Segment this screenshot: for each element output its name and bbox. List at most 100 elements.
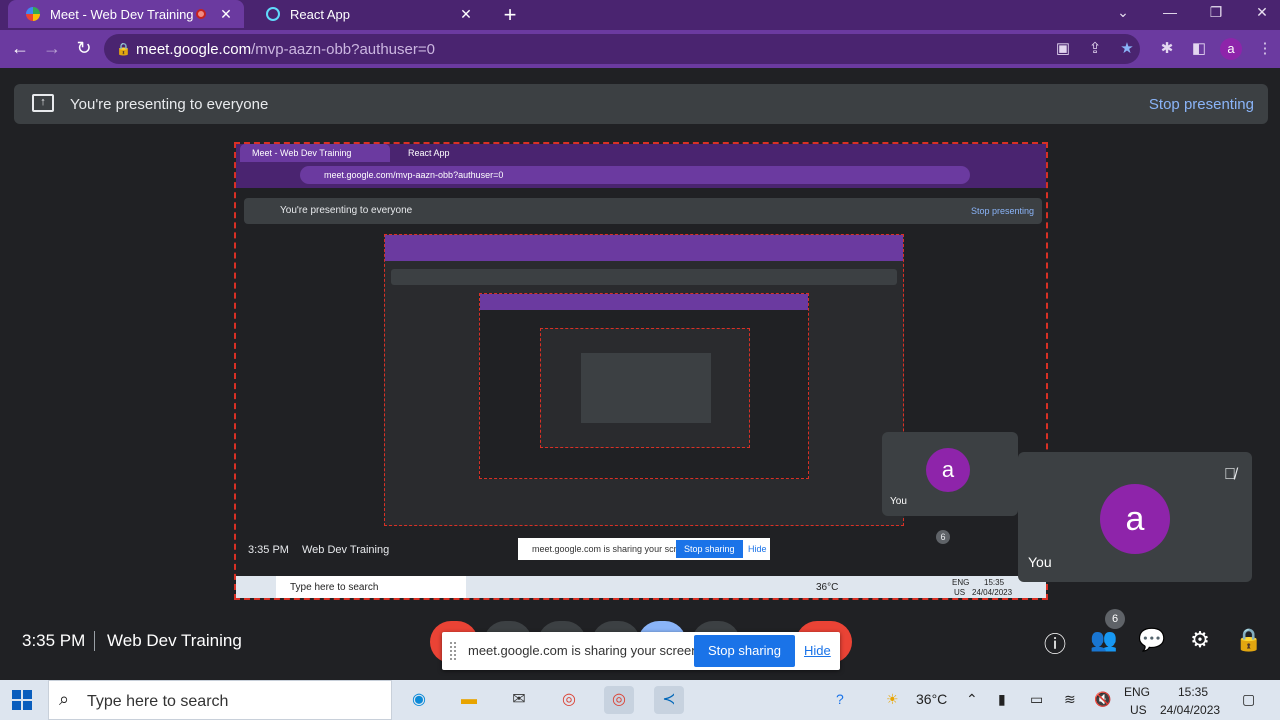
preview-time: 3:35 PM bbox=[248, 544, 289, 556]
preview-avatar: a bbox=[926, 448, 970, 492]
windows-start-icon[interactable] bbox=[12, 690, 32, 710]
wifi-icon[interactable]: ≋ bbox=[1064, 691, 1076, 708]
lock-icon: 🔒 bbox=[116, 42, 131, 56]
weather-icon[interactable]: ☀ bbox=[886, 691, 899, 708]
preview-share-msg: meet.google.com is sharing your screen. bbox=[532, 544, 695, 554]
volume-muted-icon[interactable]: 🔇 bbox=[1094, 691, 1111, 708]
preview-share-bar: meet.google.com is sharing your screen. … bbox=[518, 538, 770, 560]
extensions-icon[interactable]: ✱ bbox=[1156, 39, 1178, 57]
meeting-name: Web Dev Training bbox=[107, 631, 242, 650]
preview-banner-text: You're presenting to everyone bbox=[280, 205, 413, 216]
self-video-tile[interactable]: 🎙̸ a You bbox=[1018, 452, 1252, 582]
battery-icon[interactable]: ▭ bbox=[1030, 691, 1043, 708]
tab-search-icon[interactable]: ⌄ bbox=[1113, 4, 1133, 21]
address-bar[interactable]: 🔒 meet.google.com/mvp-aazn-obb?authuser=… bbox=[104, 34, 1140, 64]
activities-icon[interactable]: ⚙ bbox=[1185, 627, 1215, 653]
preview-tab-meet: Meet - Web Dev Training bbox=[240, 144, 390, 162]
preview-browser-chrome: Meet - Web Dev Training React App meet.g… bbox=[236, 144, 1046, 188]
muted-mic-icon: 🎙̸ bbox=[1224, 466, 1236, 483]
tab-title: React App bbox=[290, 6, 350, 22]
sharing-message: meet.google.com is sharing your screen. bbox=[468, 643, 703, 658]
preview-you-label: You bbox=[890, 496, 907, 507]
presenting-text: You're presenting to everyone bbox=[70, 96, 269, 113]
tab-close-icon[interactable]: ✕ bbox=[216, 6, 236, 23]
preview-taskbar-search: Type here to search bbox=[276, 576, 466, 598]
help-icon[interactable]: ? bbox=[836, 691, 844, 707]
profile-avatar[interactable]: a bbox=[1220, 38, 1242, 60]
region-label[interactable]: US bbox=[1130, 703, 1147, 717]
preview-region: US bbox=[954, 588, 966, 597]
meeting-time: 3:35 PM bbox=[22, 631, 86, 650]
nested-browser-bar bbox=[385, 235, 903, 261]
preview-footer: 3:35 PM Web Dev Training meet.google.com… bbox=[236, 530, 1046, 562]
preview-hide: Hide bbox=[748, 544, 767, 554]
forward-button[interactable]: → bbox=[42, 38, 62, 59]
nested-screen-deepest bbox=[540, 328, 750, 448]
preview-clock-date: 24/04/2023 bbox=[972, 588, 1013, 597]
chrome-profile-icon[interactable]: ◎ bbox=[604, 686, 634, 714]
edge-icon[interactable]: ◉ bbox=[404, 686, 434, 714]
new-tab-button[interactable]: + bbox=[498, 2, 522, 28]
chat-icon[interactable]: 💬 bbox=[1137, 627, 1167, 653]
tab-meet[interactable]: Meet - Web Dev Training ✕ bbox=[8, 0, 244, 28]
taskbar-search-placeholder: Type here to search bbox=[87, 693, 229, 710]
minimize-button[interactable]: — bbox=[1160, 4, 1180, 20]
nested-screen-deeper bbox=[479, 293, 809, 479]
chrome-icon[interactable]: ◎ bbox=[554, 686, 584, 714]
kebab-menu-icon[interactable]: ⋮ bbox=[1254, 39, 1276, 57]
preview-stop-sharing: Stop sharing bbox=[676, 540, 743, 558]
browser-toolbar: ← → ↻ 🔒 meet.google.com/mvp-aazn-obb?aut… bbox=[0, 30, 1280, 68]
notifications-icon[interactable]: ▢ bbox=[1242, 691, 1255, 708]
bookmark-star-icon[interactable]: ★ bbox=[1116, 39, 1138, 57]
tab-react-app[interactable]: React App ✕ bbox=[248, 0, 484, 28]
microphone-icon[interactable]: ▮ bbox=[998, 691, 1006, 708]
weather-temp[interactable]: 36°C bbox=[916, 691, 947, 707]
preview-stop-presenting: Stop presenting bbox=[970, 206, 1034, 216]
tray-expand-icon[interactable]: ⌃ bbox=[966, 691, 978, 708]
react-favicon-icon bbox=[266, 7, 280, 21]
vscode-icon[interactable]: ≺ bbox=[654, 686, 684, 714]
stop-sharing-button[interactable]: Stop sharing bbox=[694, 635, 795, 667]
self-you-label: You bbox=[1028, 554, 1052, 570]
restore-button[interactable]: ❐ bbox=[1206, 4, 1226, 21]
sidebar-icon[interactable]: ◧ bbox=[1188, 39, 1210, 57]
preview-participant-tile: a You bbox=[882, 432, 1018, 516]
preview-meeting-name: Web Dev Training bbox=[302, 544, 390, 556]
preview-url: meet.google.com/mvp-aazn-obb?authuser=0 bbox=[300, 166, 970, 184]
hide-button[interactable]: Hide bbox=[804, 643, 831, 658]
drag-handle-icon[interactable] bbox=[450, 642, 456, 660]
back-button[interactable]: ← bbox=[10, 38, 30, 59]
mail-icon[interactable]: ✉ bbox=[504, 686, 534, 714]
windows-taskbar: ⌕ Type here to search ◉ ▬ ✉ ◎ ◎ ≺ ? ☀ 36… bbox=[0, 680, 1280, 720]
meeting-info-icon[interactable]: ⓘ bbox=[1040, 627, 1070, 659]
nested-browser-bar bbox=[480, 294, 808, 310]
browser-chrome: Meet - Web Dev Training ✕ React App ✕ + … bbox=[0, 0, 1280, 68]
share-icon[interactable]: ⇪ bbox=[1084, 39, 1106, 57]
present-screen-icon: ↑ bbox=[32, 94, 54, 112]
shared-screen-preview: Meet - Web Dev Training React App meet.g… bbox=[234, 142, 1048, 600]
clock-date[interactable]: 24/04/2023 bbox=[1160, 703, 1220, 717]
preview-weather: 36°C bbox=[816, 582, 839, 593]
file-explorer-icon[interactable]: ▬ bbox=[454, 686, 484, 714]
camera-blocked-icon[interactable]: ▣ bbox=[1052, 39, 1074, 57]
preview-banner: You're presenting to everyone Stop prese… bbox=[244, 198, 1042, 224]
preview-tab-react: React App bbox=[408, 148, 450, 158]
meet-favicon-icon bbox=[26, 7, 40, 21]
participant-count-badge: 6 bbox=[1105, 609, 1125, 629]
url-host: meet.google.com bbox=[136, 40, 252, 58]
url-path: /mvp-aazn-obb?authuser=0 bbox=[251, 40, 435, 58]
preview-participant-count: 6 bbox=[936, 530, 950, 544]
people-icon[interactable]: 👥 bbox=[1089, 627, 1119, 653]
clock-time[interactable]: 15:35 bbox=[1178, 685, 1208, 699]
search-icon: ⌕ bbox=[59, 689, 70, 709]
host-controls-icon[interactable]: 🔒 bbox=[1234, 627, 1264, 653]
taskbar-search[interactable]: ⌕ Type here to search bbox=[48, 680, 392, 720]
screen-share-bar: meet.google.com is sharing your screen. … bbox=[442, 632, 840, 670]
stop-presenting-button[interactable]: Stop presenting bbox=[1149, 96, 1254, 113]
close-window-button[interactable]: ✕ bbox=[1252, 4, 1272, 21]
reload-button[interactable]: ↻ bbox=[74, 38, 94, 59]
presenting-banner: ↑ You're presenting to everyone Stop pre… bbox=[14, 84, 1268, 124]
nested-content bbox=[581, 353, 711, 423]
language-label[interactable]: ENG bbox=[1124, 685, 1150, 699]
tab-close-icon[interactable]: ✕ bbox=[456, 6, 476, 23]
